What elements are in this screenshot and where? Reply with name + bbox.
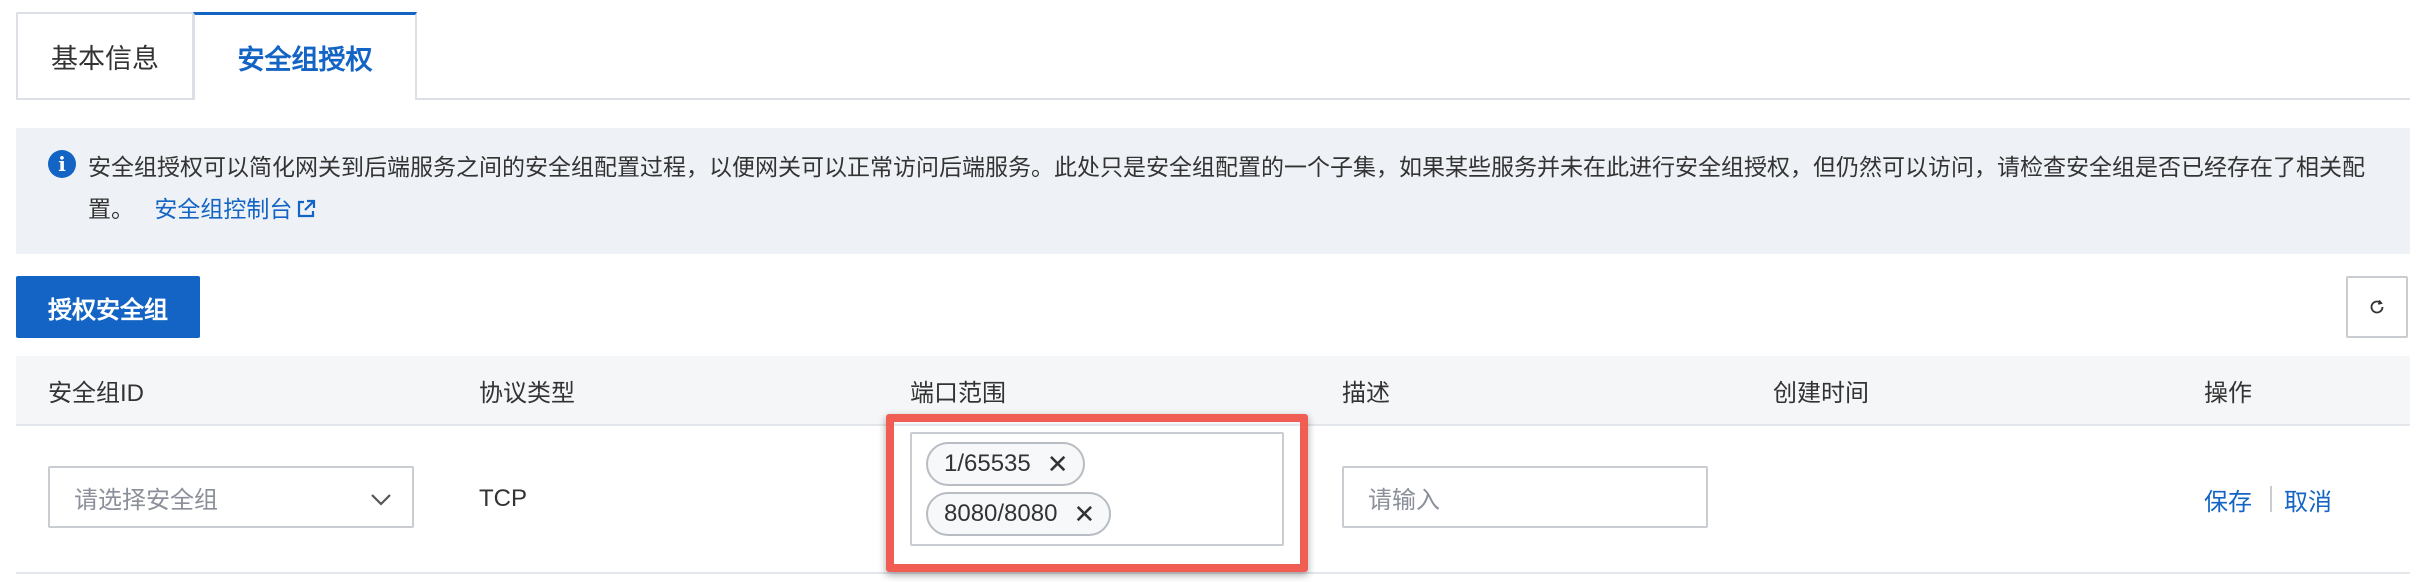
link-label: 安全组控制台 — [154, 196, 293, 222]
column-header-actions: 操作 — [2204, 379, 2252, 407]
info-icon: i — [48, 150, 76, 178]
info-message: 安全组授权可以简化网关到后端服务之间的安全组配置过程，以便网关可以正常访问后端服… — [88, 154, 2365, 222]
tab-label: 安全组授权 — [237, 45, 373, 75]
input-placeholder: 请输入 — [1368, 486, 1440, 514]
refresh-icon — [2370, 299, 2384, 314]
tab-bar: 基本信息 安全组授权 — [16, 12, 2410, 100]
close-icon[interactable]: ✕ — [1047, 451, 1069, 477]
security-group-console-link[interactable]: 安全组控制台 — [154, 196, 316, 222]
refresh-button[interactable] — [2346, 276, 2408, 338]
save-button[interactable]: 保存 — [2204, 426, 2252, 572]
authorize-security-group-button[interactable]: 授权安全组 — [16, 276, 200, 338]
column-header-protocol: 协议类型 — [479, 379, 575, 407]
port-tag-label: 1/65535 — [944, 450, 1031, 477]
divider — [2270, 486, 2272, 512]
table-row: 请选择安全组 TCP 1/65535 ✕ 8080/8080 ✕ 请输入 保存 … — [16, 414, 2410, 574]
tab-basic-info[interactable]: 基本信息 — [16, 12, 194, 98]
tab-label: 基本信息 — [51, 43, 159, 74]
port-range-tag-input[interactable]: 1/65535 ✕ 8080/8080 ✕ — [910, 432, 1284, 546]
port-tag: 1/65535 ✕ — [926, 442, 1085, 486]
cancel-button[interactable]: 取消 — [2284, 426, 2332, 572]
column-header-created-time: 创建时间 — [1773, 379, 1869, 407]
security-group-select[interactable]: 请选择安全组 — [48, 466, 414, 528]
column-header-group-id: 安全组ID — [48, 379, 144, 407]
info-text: 安全组授权可以简化网关到后端服务之间的安全组配置过程，以便网关可以正常访问后端服… — [88, 146, 2388, 230]
select-placeholder: 请选择安全组 — [74, 486, 218, 514]
column-header-description: 描述 — [1342, 379, 1390, 407]
info-banner: i 安全组授权可以简化网关到后端服务之间的安全组配置过程，以便网关可以正常访问后… — [16, 128, 2410, 254]
close-icon[interactable]: ✕ — [1073, 501, 1095, 527]
external-link-icon — [298, 199, 316, 218]
tab-security-group-auth[interactable]: 安全组授权 — [193, 12, 417, 100]
protocol-value: TCP — [479, 485, 527, 512]
chevron-down-icon — [371, 494, 391, 506]
port-range-highlight: 1/65535 ✕ 8080/8080 ✕ — [886, 414, 1308, 572]
port-tag: 8080/8080 ✕ — [926, 492, 1112, 536]
description-input[interactable]: 请输入 — [1342, 466, 1708, 528]
port-tag-label: 8080/8080 — [944, 500, 1058, 527]
